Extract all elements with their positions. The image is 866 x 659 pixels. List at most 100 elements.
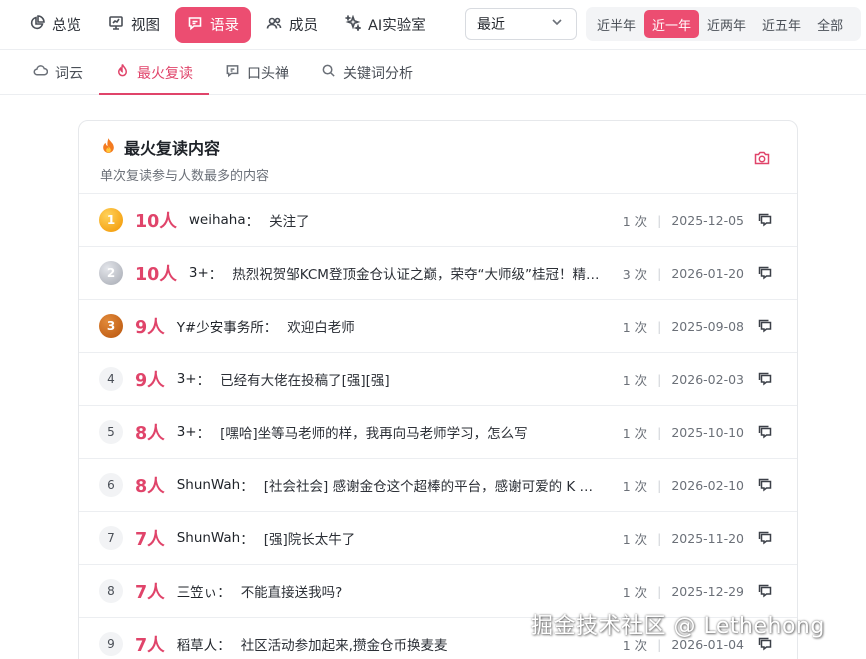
message-square-icon [225, 63, 240, 82]
nav-item-label: 总览 [52, 18, 81, 34]
quote-content: 热烈祝贺邹KCM登顶金仓认证之巅，荣夺“大师级”桂冠！精湛的技艺铸就卓越， [232, 267, 601, 283]
tab-hottest-repeats[interactable]: 最火复读 [99, 51, 209, 95]
period-all-button[interactable]: 全部 [809, 10, 851, 38]
repeat-date: 2025-12-29 [671, 583, 744, 599]
rank-badge: 9 [99, 632, 123, 656]
speaker-name: ShunWah [176, 477, 241, 493]
view-messages-icon[interactable] [757, 212, 773, 228]
watermark: 掘金技术社区 @ Lethehong [531, 614, 825, 639]
repeat-date: 2026-01-20 [671, 265, 744, 281]
speaker-colon: ： [217, 585, 231, 601]
range-select-value: 最近 [477, 17, 505, 33]
participant-count: 8人 [135, 423, 165, 444]
repeat-count: 1 次 [622, 531, 648, 547]
repeat-count: 1 次 [622, 319, 648, 335]
cloud-icon [33, 63, 49, 82]
period-five-years-button[interactable]: 近五年 [754, 10, 809, 38]
meta-divider: | [657, 371, 662, 387]
view-messages-icon[interactable] [757, 530, 773, 546]
list-item[interactable]: 2 10人 3+： 热烈祝贺邹KCM登顶金仓认证之巅，荣夺“大师级”桂冠！精湛的技艺铸… [79, 247, 797, 300]
view-messages-icon[interactable] [757, 583, 773, 599]
participant-count: 10人 [135, 211, 177, 232]
row-meta: 1 次 | 2026-02-10 [612, 459, 773, 511]
participant-count: 7人 [135, 635, 165, 656]
sparkles-icon [344, 13, 363, 35]
speaker-name: ShunWah [176, 530, 241, 546]
nav-item-views[interactable]: 视图 [96, 7, 172, 43]
repeat-date: 2025-11-20 [671, 530, 744, 546]
view-messages-icon[interactable] [757, 371, 773, 387]
view-messages-icon[interactable] [757, 477, 773, 493]
meta-divider: | [657, 265, 662, 281]
users-icon [266, 15, 282, 35]
tab-label: 最火复读 [137, 65, 193, 82]
list-item[interactable]: 5 8人 3+： [嘿哈]坐等马老师的样，我再向马老师学习，怎么写 1 次 | 2025-1… [79, 406, 797, 459]
list-item[interactable]: 4 9人 3+： 已经有大佬在投稿了[强][强] 1 次 | 2026-02-03 [79, 353, 797, 406]
repeat-date: 2026-02-03 [671, 371, 744, 387]
speaker-colon: ： [208, 267, 223, 283]
camera-icon [753, 151, 771, 171]
quote-content: [嘿哈]坐等马老师的样，我再向马老师学习，怎么写 [220, 426, 528, 442]
repeat-count: 1 次 [622, 213, 648, 229]
rank-badge: 1 [99, 208, 123, 232]
tab-keyword-analysis[interactable]: 关键词分析 [305, 51, 429, 94]
nav-item-label: 成员 [289, 18, 318, 34]
quote-content: [社会社会] 感谢金仓这个超棒的平台，感谢可爱的 K 宝，感谢各位大佬 [263, 479, 601, 495]
nav-item-label: 视图 [131, 18, 160, 34]
repeat-date: 2025-10-10 [671, 424, 744, 440]
rank-badge: 8 [99, 579, 123, 603]
tab-catchphrases[interactable]: 口头禅 [209, 51, 305, 94]
repeat-count: 1 次 [622, 478, 648, 494]
repeat-count: 1 次 [622, 584, 648, 600]
row-meta: 1 次 | 2025-12-05 [612, 194, 773, 246]
repeat-count: 1 次 [622, 425, 648, 441]
meta-divider: | [657, 477, 662, 493]
speaker-colon: ： [240, 532, 254, 548]
rank-badge: 5 [99, 420, 123, 444]
rank-badge: 3 [99, 314, 123, 338]
period-half-year-button[interactable]: 近半年 [589, 10, 644, 38]
period-two-years-button[interactable]: 近两年 [699, 10, 754, 38]
nav-item-overview[interactable]: 总览 [17, 7, 93, 43]
nav-item-quotes[interactable]: 语录 [175, 6, 251, 43]
search-icon [321, 63, 336, 82]
speaker-name: Y#少安事务所 [176, 320, 264, 336]
nav-item-label: AI实验室 [368, 18, 426, 34]
speaker-name: 稻草人 [176, 638, 218, 654]
tab-word-cloud[interactable]: 词云 [17, 51, 99, 94]
view-messages-icon[interactable] [757, 424, 773, 440]
view-messages-icon[interactable] [757, 318, 773, 334]
speaker-name: 3+ [188, 265, 209, 281]
quote-content: 已经有大佬在投稿了[强][强] [220, 373, 390, 389]
speaker-name: 3+ [176, 424, 197, 440]
list-item[interactable]: 3 9人 Y#少安事务所： 欢迎白老师 1 次 | 2025-09-08 [79, 300, 797, 353]
list-item[interactable]: 6 8人 ShunWah： [社会社会] 感谢金仓这个超棒的平台，感谢可爱的 K 宝，… [79, 459, 797, 512]
view-messages-icon[interactable] [757, 265, 773, 281]
card-subtitle: 单次复读参与人数最多的内容 [100, 169, 270, 184]
list-item[interactable]: 1 10人 weihaha： 关注了 1 次 | 2025-12-05 [79, 194, 797, 247]
rank-badge: 7 [99, 526, 123, 550]
rank-badge: 4 [99, 367, 123, 391]
repeat-date: 2025-12-05 [671, 212, 744, 228]
meta-divider: | [657, 530, 662, 546]
screenshot-button[interactable] [753, 149, 771, 167]
meta-divider: | [657, 212, 662, 228]
repeat-list: 1 10人 weihaha：关注了 1 次 | 2025-12-05 2 10人 3+：热烈祝贺… [79, 194, 797, 659]
range-select[interactable]: 最近 [465, 8, 577, 40]
nav-item-ai-lab[interactable]: AI实验室 [333, 7, 438, 43]
row-meta: 3 次 | 2026-01-20 [612, 247, 773, 299]
nav-item-members[interactable]: 成员 [254, 7, 330, 43]
participant-count: 7人 [135, 582, 165, 603]
card-header: 最火复读内容 单次复读参与人数最多的内容 [79, 121, 797, 194]
period-one-year-button[interactable]: 近一年 [644, 10, 700, 38]
quote-content: 社区活动参加起来,攒金仓币换麦麦 [240, 638, 448, 654]
flame-icon [100, 137, 117, 158]
list-item[interactable]: 7 7人 ShunWah： [强]院长太牛了 1 次 | 2025-11-20 [79, 512, 797, 565]
repeat-date: 2025-09-08 [671, 318, 744, 334]
row-meta: 1 次 | 2025-10-10 [612, 406, 773, 458]
row-meta: 1 次 | 2026-02-03 [612, 353, 773, 405]
tab-label: 关键词分析 [343, 65, 413, 82]
participant-count: 9人 [135, 317, 165, 338]
sub-tabs: 词云 最火复读 口头禅 关键词分析 [0, 51, 866, 95]
speaker-name: 三笠ぃ [176, 585, 218, 601]
